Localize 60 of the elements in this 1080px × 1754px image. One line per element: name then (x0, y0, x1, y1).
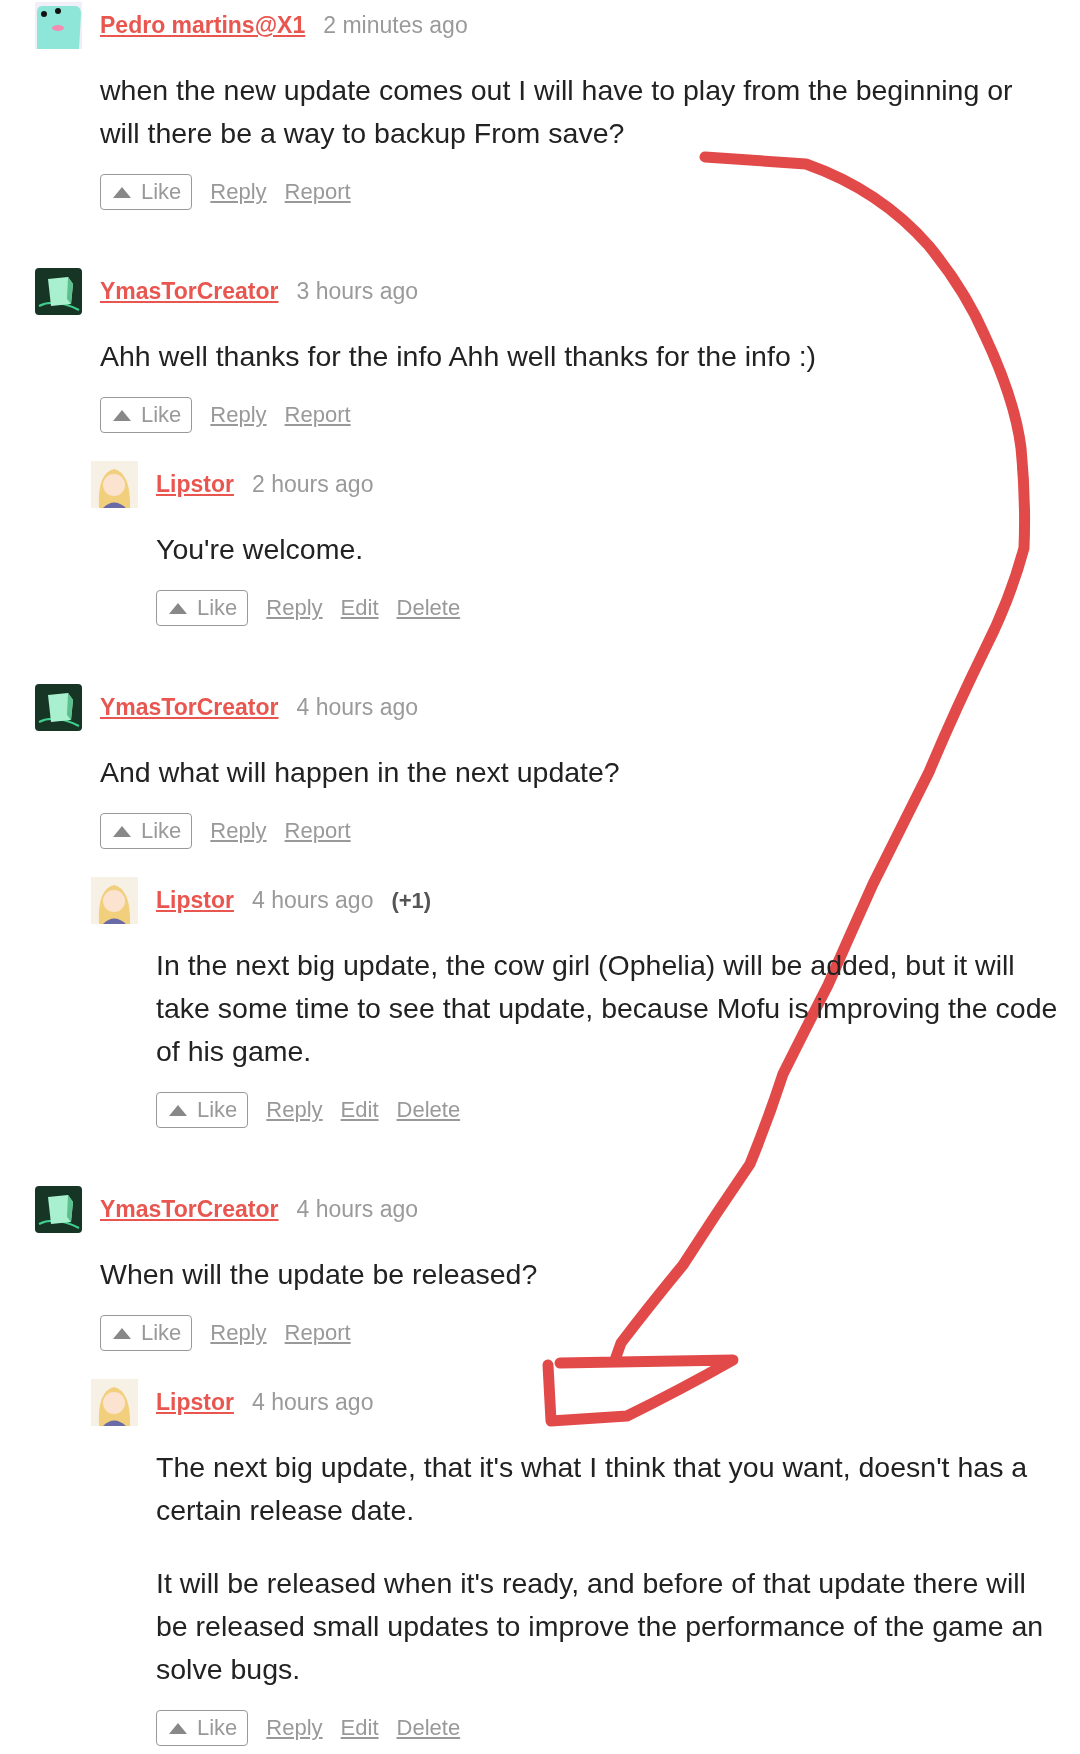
upvote-icon (113, 186, 131, 198)
action-link[interactable]: Report (284, 818, 351, 844)
action-link[interactable]: Reply (210, 179, 267, 205)
action-link[interactable]: Report (284, 402, 351, 428)
avatar-icon (35, 1186, 82, 1233)
avatar-icon (91, 461, 138, 508)
action-link[interactable]: Reply (266, 1097, 323, 1123)
action-link[interactable]: Edit (340, 595, 379, 621)
action-link[interactable]: Report (284, 179, 351, 205)
avatar-icon (35, 684, 82, 731)
timestamp: 4 hours ago (251, 1389, 374, 1416)
author-link[interactable]: YmasTorCreator (100, 278, 279, 305)
timestamp: 4 hours ago (251, 887, 374, 914)
author-link[interactable]: Pedro martins@X1 (100, 12, 306, 39)
avatar-icon (35, 268, 82, 315)
timestamp: 4 hours ago (296, 1196, 418, 1223)
like-button[interactable]: Like (100, 174, 193, 210)
timestamp: 3 hours ago (296, 278, 418, 305)
like-button[interactable]: Like (156, 1092, 249, 1128)
avatar-icon (91, 877, 138, 924)
like-button[interactable]: Like (100, 397, 193, 433)
upvote-icon (113, 409, 131, 421)
comment-text: when the new update comes out I will have to play from the beginning or will there be a way to backup From save? (100, 73, 1014, 151)
comment-text: It will be released when it's ready, and before of that update there will be released small updates to improve the performance of the game an solve bugs. (156, 1566, 1045, 1687)
action-link[interactable]: Reply (210, 402, 267, 428)
action-link[interactable]: Delete (396, 595, 461, 621)
comment-text: And what will happen in the next update? (100, 755, 621, 790)
action-link[interactable]: Reply (210, 818, 267, 844)
score: (+1) (391, 887, 432, 914)
timestamp: 2 minutes ago (323, 12, 468, 39)
action-link[interactable]: Edit (340, 1715, 379, 1741)
like-button[interactable]: Like (156, 590, 249, 626)
avatar-icon (91, 1379, 138, 1426)
comment-text: The next big update, that it's what I think that you want, doesn't has a certain release date. (156, 1450, 1029, 1528)
action-link[interactable]: Report (284, 1320, 351, 1346)
author-link[interactable]: Lipstor (156, 887, 234, 914)
avatar-icon (35, 2, 82, 49)
action-link[interactable]: Edit (340, 1097, 379, 1123)
action-link[interactable]: Delete (396, 1715, 461, 1741)
timestamp: 4 hours ago (296, 694, 418, 721)
action-link[interactable]: Reply (210, 1320, 267, 1346)
like-button[interactable]: Like (156, 1710, 249, 1746)
upvote-icon (169, 1104, 187, 1116)
author-link[interactable]: YmasTorCreator (100, 1196, 279, 1223)
upvote-icon (113, 1327, 131, 1339)
author-link[interactable]: Lipstor (156, 1389, 234, 1416)
action-link[interactable]: Reply (266, 595, 323, 621)
upvote-icon (169, 602, 187, 614)
upvote-icon (169, 1722, 187, 1734)
upvote-icon (113, 825, 131, 837)
comment-text: You're welcome. (156, 532, 365, 567)
like-button[interactable]: Like (100, 1315, 193, 1351)
comment-text: When will the update be released? (100, 1257, 539, 1292)
like-button[interactable]: Like (100, 813, 193, 849)
timestamp: 2 hours ago (251, 471, 374, 498)
author-link[interactable]: YmasTorCreator (100, 694, 279, 721)
author-link[interactable]: Lipstor (156, 471, 234, 498)
comment-text: Ahh well thanks for the info Ahh well thanks for the info :) (100, 339, 818, 374)
action-link[interactable]: Reply (266, 1715, 323, 1741)
action-link[interactable]: Delete (396, 1097, 461, 1123)
